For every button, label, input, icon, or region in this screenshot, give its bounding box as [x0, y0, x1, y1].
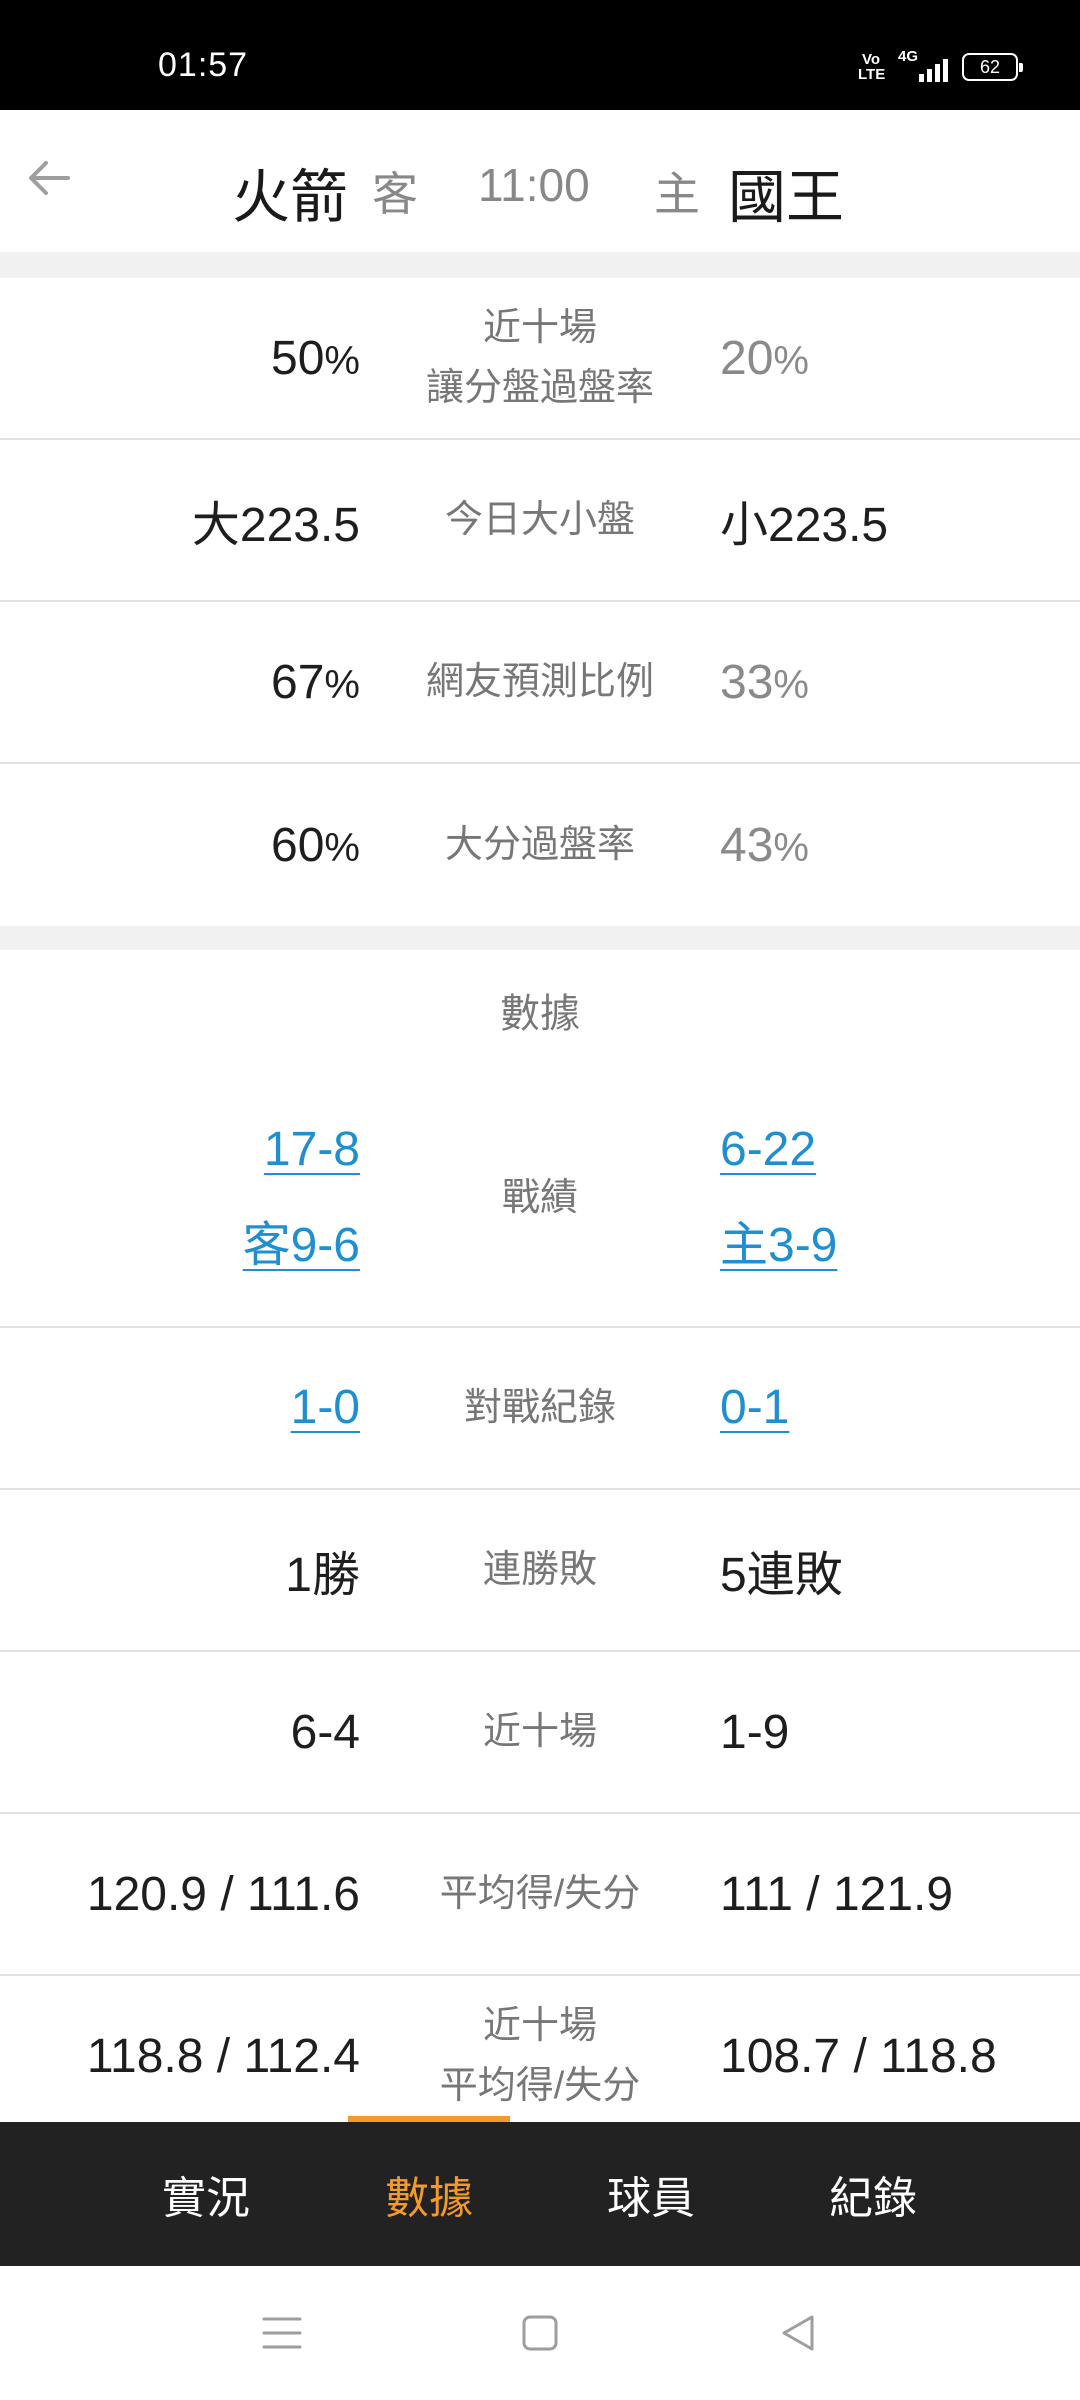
home-over-under: 小223.5	[720, 499, 889, 552]
row-label: 網友預測比例	[425, 661, 654, 703]
last-ten-avg-row: 118.8 / 112.4 近十場 平均得/失分 108.7 / 118.8	[0, 1976, 1080, 2122]
home-ats-rate: 20	[720, 331, 774, 385]
nav-home-button[interactable]	[510, 2308, 570, 2358]
away-h2h-link[interactable]: 1-0	[291, 1360, 360, 1456]
home-team-name[interactable]: 國王	[728, 150, 844, 234]
away-record-link[interactable]: 17-8	[264, 1102, 360, 1198]
home-last-ten: 1-9	[720, 1705, 790, 1759]
divider-band	[0, 252, 1080, 278]
row-label: 今日大小盤	[444, 499, 635, 541]
away-last-ten: 6-4	[290, 1705, 360, 1759]
row-label: 戰績	[501, 1177, 578, 1219]
nav-back-button[interactable]	[768, 2308, 828, 2358]
game-time: 11:00	[478, 159, 590, 211]
match-header: 火箭 客 11:00 主 國王	[0, 110, 1080, 252]
head-to-head-row: 1-0 對戰紀錄 0-1	[0, 1328, 1080, 1490]
row-label: 近十場	[482, 2005, 597, 2047]
away-split-record-link[interactable]: 客9-6	[243, 1198, 360, 1294]
away-avg-points: 120.9 / 111.6	[86, 1867, 360, 1921]
arrow-left-icon	[29, 161, 70, 195]
away-ats-rate: 50	[271, 331, 325, 385]
status-time: 01:57	[158, 46, 249, 84]
row-label: 近十場	[482, 1711, 597, 1753]
ats-rate-row: 50% 近十場 讓分盤過盤率 20%	[0, 278, 1080, 440]
system-nav-bar	[0, 2266, 1080, 2400]
tab-records[interactable]: 紀錄	[793, 2122, 953, 2266]
row-label: 連勝敗	[482, 1549, 597, 1591]
status-bar: 01:57 Vo LTE 4G 62	[0, 0, 1080, 110]
volte-icon: Vo LTE	[858, 51, 886, 83]
row-label: 平均得/失分	[439, 1873, 641, 1915]
home-square-icon	[522, 2315, 558, 2351]
home-last-ten-avg: 108.7 / 118.8	[720, 2029, 997, 2083]
home-record-link[interactable]: 6-22	[720, 1102, 816, 1198]
last-ten-row: 6-4 近十場 1-9	[0, 1652, 1080, 1814]
row-label-line2: 讓分盤過盤率	[425, 367, 654, 409]
record-row: 17-8 客9-6 戰績 6-22 主3-9	[0, 1070, 1080, 1328]
home-streak: 5連敗	[720, 1549, 843, 1602]
away-over-under: 大223.5	[191, 499, 360, 552]
triangle-back-icon	[782, 2315, 814, 2351]
fan-prediction-row: 67% 網友預測比例 33%	[0, 602, 1080, 764]
away-last-ten-avg: 118.8 / 112.4	[86, 2029, 360, 2083]
status-icons: Vo LTE 4G 62	[858, 48, 1023, 84]
home-avg-points: 111 / 121.9	[720, 1867, 954, 1921]
section-title: 數據	[500, 992, 580, 1036]
row-label-line2: 平均得/失分	[439, 2065, 641, 2107]
tab-live[interactable]: 實況	[126, 2122, 286, 2266]
home-label: 主	[654, 168, 700, 220]
home-split-record-link[interactable]: 主3-9	[720, 1198, 837, 1294]
bottom-tab-bar: 實況 數據 球員 紀錄	[0, 2116, 1080, 2266]
row-label: 近十場	[482, 307, 597, 349]
streak-row: 1勝 連勝敗 5連敗	[0, 1490, 1080, 1652]
tab-stats[interactable]: 數據	[349, 2122, 509, 2266]
menu-icon	[262, 2317, 302, 2349]
away-over-rate: 60	[271, 818, 325, 872]
away-label: 客	[372, 168, 418, 220]
back-button[interactable]	[20, 148, 80, 208]
over-rate-row: 60% 大分過盤率 43%	[0, 764, 1080, 926]
away-streak: 1勝	[285, 1549, 360, 1602]
battery-icon: 62	[962, 53, 1023, 81]
over-under-row: 大223.5 今日大小盤 小223.5	[0, 440, 1080, 602]
avg-points-row: 120.9 / 111.6 平均得/失分 111 / 121.9	[0, 1814, 1080, 1976]
section-divider	[0, 926, 1080, 950]
away-team-name[interactable]: 火箭	[232, 150, 348, 234]
tab-players[interactable]: 球員	[571, 2122, 731, 2266]
row-label: 大分過盤率	[444, 824, 635, 866]
home-prediction: 33	[720, 655, 774, 709]
nav-menu-button[interactable]	[252, 2308, 312, 2358]
home-over-rate: 43	[720, 818, 774, 872]
signal-icon: 4G	[898, 48, 948, 84]
home-h2h-link[interactable]: 0-1	[720, 1360, 789, 1456]
row-label: 對戰紀錄	[463, 1387, 616, 1429]
away-prediction: 67	[271, 655, 325, 709]
